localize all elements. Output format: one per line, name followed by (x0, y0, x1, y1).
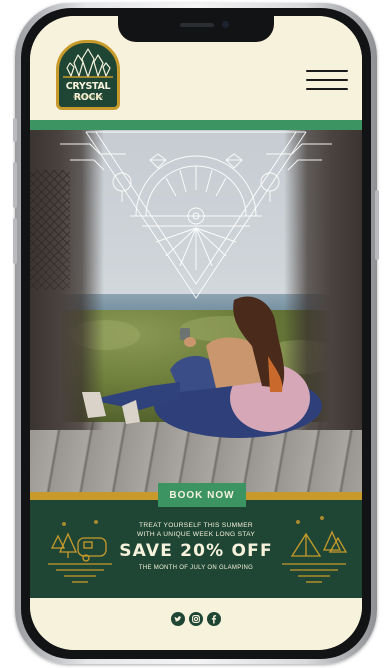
phone-screen: CRYSTAL ROCK CAMPGROUND BOOK NOW TREAT Y… (30, 16, 362, 650)
crystal-icon (63, 48, 113, 78)
hamburger-menu-icon[interactable] (306, 70, 348, 92)
site-footer (30, 598, 362, 650)
speaker-grille (180, 23, 214, 27)
facebook-icon[interactable] (207, 612, 221, 626)
promo-headline: SAVE 20% OFF (119, 541, 273, 561)
header-green-band (30, 120, 362, 130)
promo-banner: TREAT YOURSELF THIS SUMMER WITH A UNIQUE… (30, 500, 362, 598)
notch (118, 16, 274, 42)
mute-switch (13, 118, 17, 142)
book-now-button[interactable]: BOOK NOW (158, 483, 246, 507)
twitter-icon[interactable] (171, 612, 185, 626)
logo-title: CRYSTAL ROCK (65, 81, 111, 103)
logo-subtitle: CAMPGROUND (72, 95, 104, 99)
brand-logo[interactable]: CRYSTAL ROCK CAMPGROUND (56, 40, 120, 110)
promo-line-1: TREAT YOURSELF THIS SUMMER (139, 522, 253, 529)
power-button (375, 190, 379, 260)
promo-line-2: WITH A UNIQUE WEEK LONG STAY (136, 531, 256, 538)
hero-image (30, 130, 362, 492)
camper-trees-line-art-icon (48, 520, 112, 583)
instagram-icon[interactable] (189, 612, 203, 626)
volume-up-button (13, 162, 17, 208)
volume-down-button (13, 218, 17, 264)
geometric-line-art-overlay (60, 131, 332, 299)
promo-line-3: THE MONTH OF JULY ON GLAMPING (138, 565, 254, 571)
front-camera (222, 21, 229, 28)
tent-trees-line-art-icon (282, 516, 348, 583)
